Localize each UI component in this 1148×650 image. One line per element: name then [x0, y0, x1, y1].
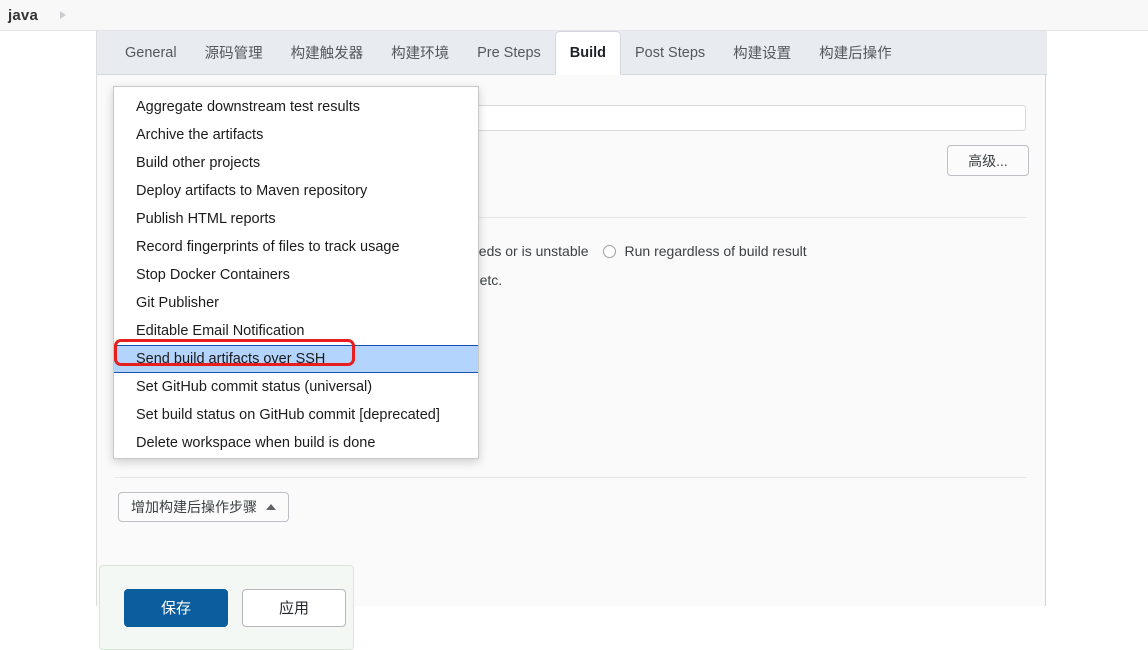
add-post-build-step-button[interactable]: 增加构建后操作步骤 [118, 492, 289, 522]
submit-bar: 保存 应用 [99, 565, 354, 650]
apply-button[interactable]: 应用 [242, 588, 346, 627]
dropdown-item[interactable]: Record fingerprints of files to track us… [114, 233, 478, 261]
breadcrumb-item-java[interactable]: java [8, 7, 38, 24]
tab-post-build-actions[interactable]: 构建后操作 [805, 31, 906, 74]
run-regardless-label: Run regardless of build result [624, 243, 807, 259]
dropdown-item[interactable]: Set GitHub commit status (universal) [114, 373, 478, 401]
dropdown-item[interactable]: Set build status on GitHub commit [depre… [114, 401, 478, 429]
dropdown-item[interactable]: Deploy artifacts to Maven repository [114, 177, 478, 205]
breadcrumb: java [0, 0, 1148, 31]
dropdown-item[interactable]: Send build artifacts over SSH [114, 345, 478, 373]
tab-build-settings[interactable]: 构建设置 [719, 31, 805, 74]
dropdown-item[interactable]: Aggregate downstream test results [114, 93, 478, 121]
radio-run-regardless[interactable] [602, 244, 616, 258]
section-divider-bottom [115, 477, 1027, 478]
dropdown-item[interactable]: Editable Email Notification [114, 317, 478, 345]
post-build-action-dropdown[interactable]: Aggregate downstream test results Archive… [113, 86, 479, 459]
tab-build-triggers[interactable]: 构建触发器 [277, 31, 378, 74]
dropdown-item[interactable]: Git Publisher [114, 289, 478, 317]
tab-pre-steps[interactable]: Pre Steps [463, 31, 555, 74]
caret-up-icon [266, 504, 276, 510]
dropdown-item[interactable]: Build other projects [114, 149, 478, 177]
dropdown-item[interactable]: Archive the artifacts [114, 121, 478, 149]
add-post-build-step-label: 增加构建后操作步骤 [131, 499, 257, 515]
tab-post-steps[interactable]: Post Steps [621, 31, 719, 74]
tab-general[interactable]: General [111, 31, 191, 74]
tab-build[interactable]: Build [554, 31, 622, 75]
tab-scm[interactable]: 源码管理 [191, 31, 277, 74]
chevron-right-icon [60, 11, 66, 19]
advanced-button[interactable]: 高级... [947, 145, 1029, 176]
run-condition-row: cceeds or is unstable Run regardless of … [457, 243, 807, 259]
dropdown-item[interactable]: Stop Docker Containers [114, 261, 478, 289]
dropdown-item[interactable]: Publish HTML reports [114, 205, 478, 233]
dropdown-item[interactable]: Delete workspace when build is done [114, 429, 478, 457]
config-tab-bar: General 源码管理 构建触发器 构建环境 Pre Steps Build … [97, 31, 1047, 75]
tab-build-environment[interactable]: 构建环境 [377, 31, 463, 74]
save-button[interactable]: 保存 [124, 588, 228, 627]
